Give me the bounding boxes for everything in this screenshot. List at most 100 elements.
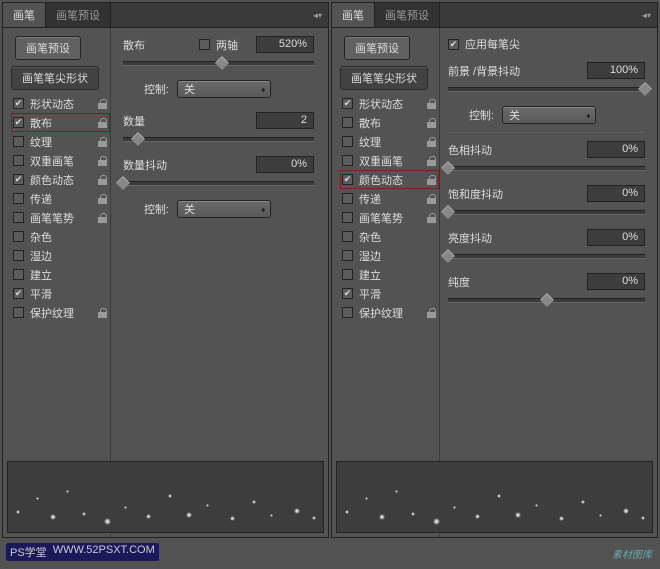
- lock-toggle[interactable]: [423, 137, 439, 147]
- option-checkbox[interactable]: [13, 117, 24, 128]
- option-checkbox[interactable]: [13, 212, 24, 223]
- option-row[interactable]: 保护纹理: [11, 303, 110, 322]
- lock-toggle[interactable]: [423, 99, 439, 109]
- lock-toggle[interactable]: [423, 213, 439, 223]
- lock-toggle[interactable]: [94, 175, 110, 185]
- both-axes-checkbox[interactable]: [199, 39, 210, 50]
- lock-toggle[interactable]: [423, 156, 439, 166]
- option-checkbox[interactable]: [13, 231, 24, 242]
- option-row[interactable]: 纹理: [340, 132, 439, 151]
- option-row[interactable]: 杂色: [340, 227, 439, 246]
- option-checkbox[interactable]: [342, 288, 353, 299]
- option-checkbox[interactable]: [342, 193, 353, 204]
- option-checkbox[interactable]: [342, 174, 353, 185]
- option-checkbox[interactable]: [342, 155, 353, 166]
- option-row[interactable]: 画笔笔势: [340, 208, 439, 227]
- option-checkbox[interactable]: [342, 250, 353, 261]
- option-checkbox[interactable]: [342, 117, 353, 128]
- option-checkbox[interactable]: [342, 98, 353, 109]
- option-row[interactable]: 建立: [340, 265, 439, 284]
- option-checkbox[interactable]: [342, 136, 353, 147]
- lock-toggle[interactable]: [94, 308, 110, 318]
- lock-toggle[interactable]: [94, 213, 110, 223]
- option-checkbox[interactable]: [13, 269, 24, 280]
- sat-jitter-value[interactable]: 0%: [587, 185, 645, 202]
- count-value[interactable]: 2: [256, 112, 314, 129]
- option-checkbox[interactable]: [13, 174, 24, 185]
- option-checkbox[interactable]: [13, 193, 24, 204]
- lock-icon: [427, 118, 436, 128]
- option-row[interactable]: 双重画笔: [340, 151, 439, 170]
- lock-toggle[interactable]: [94, 156, 110, 166]
- option-row[interactable]: 散布: [11, 113, 110, 132]
- option-row[interactable]: 纹理: [11, 132, 110, 151]
- scatter-slider[interactable]: [123, 56, 314, 70]
- lock-toggle[interactable]: [94, 137, 110, 147]
- brush-tip-shape-button[interactable]: 画笔笔尖形状: [11, 66, 99, 90]
- option-row[interactable]: 画笔笔势: [11, 208, 110, 227]
- brush-preset-button[interactable]: 画笔预设: [344, 36, 410, 60]
- brush-preset-button[interactable]: 画笔预设: [15, 36, 81, 60]
- option-label: 传递: [359, 191, 423, 207]
- option-row[interactable]: 形状动态: [340, 94, 439, 113]
- option-checkbox[interactable]: [342, 212, 353, 223]
- tab-brush[interactable]: 画笔: [3, 3, 46, 27]
- option-checkbox[interactable]: [13, 250, 24, 261]
- option-row[interactable]: 湿边: [340, 246, 439, 265]
- hue-jitter-slider[interactable]: [448, 161, 645, 175]
- hue-jitter-value[interactable]: 0%: [587, 141, 645, 158]
- option-row[interactable]: 颜色动态: [340, 170, 439, 189]
- sat-jitter-slider[interactable]: [448, 205, 645, 219]
- lock-toggle[interactable]: [94, 118, 110, 128]
- option-row[interactable]: 形状动态: [11, 94, 110, 113]
- lock-toggle[interactable]: [423, 175, 439, 185]
- lock-toggle[interactable]: [423, 308, 439, 318]
- bright-jitter-slider[interactable]: [448, 249, 645, 263]
- tab-preset[interactable]: 画笔预设: [46, 3, 111, 27]
- option-checkbox[interactable]: [13, 136, 24, 147]
- option-row[interactable]: 平滑: [11, 284, 110, 303]
- option-checkbox[interactable]: [13, 98, 24, 109]
- tab-preset[interactable]: 画笔预设: [375, 3, 440, 27]
- fgbg-jitter-label: 前景 /背景抖动: [448, 63, 587, 79]
- control-dropdown-2[interactable]: 关: [177, 200, 271, 218]
- option-checkbox[interactable]: [342, 269, 353, 280]
- option-row[interactable]: 平滑: [340, 284, 439, 303]
- count-slider[interactable]: [123, 132, 314, 146]
- tab-brush[interactable]: 画笔: [332, 3, 375, 27]
- count-jitter-value[interactable]: 0%: [256, 156, 314, 173]
- bright-jitter-value[interactable]: 0%: [587, 229, 645, 246]
- count-jitter-slider[interactable]: [123, 176, 314, 190]
- option-checkbox[interactable]: [342, 307, 353, 318]
- lock-toggle[interactable]: [423, 194, 439, 204]
- purity-slider[interactable]: [448, 293, 645, 307]
- apply-per-tip-checkbox[interactable]: [448, 39, 459, 50]
- option-row[interactable]: 传递: [340, 189, 439, 208]
- option-row[interactable]: 保护纹理: [340, 303, 439, 322]
- option-row[interactable]: 湿边: [11, 246, 110, 265]
- option-checkbox[interactable]: [13, 155, 24, 166]
- count-label: 数量: [123, 113, 256, 129]
- option-row[interactable]: 散布: [340, 113, 439, 132]
- option-checkbox[interactable]: [13, 307, 24, 318]
- brush-tip-shape-button[interactable]: 画笔笔尖形状: [340, 66, 428, 90]
- fgbg-jitter-value[interactable]: 100%: [587, 62, 645, 79]
- option-row[interactable]: 传递: [11, 189, 110, 208]
- lock-toggle[interactable]: [423, 118, 439, 128]
- option-row[interactable]: 建立: [11, 265, 110, 284]
- purity-value[interactable]: 0%: [587, 273, 645, 290]
- fgbg-jitter-slider[interactable]: [448, 82, 645, 96]
- control-dropdown[interactable]: 关: [177, 80, 271, 98]
- option-row[interactable]: 颜色动态: [11, 170, 110, 189]
- panel-menu[interactable]: [636, 3, 657, 27]
- option-checkbox[interactable]: [13, 288, 24, 299]
- control-dropdown[interactable]: 关: [502, 106, 596, 124]
- scatter-value[interactable]: 520%: [256, 36, 314, 53]
- option-row[interactable]: 双重画笔: [11, 151, 110, 170]
- panel-menu[interactable]: [307, 3, 328, 27]
- lock-toggle[interactable]: [94, 99, 110, 109]
- option-checkbox[interactable]: [342, 231, 353, 242]
- option-label: 形状动态: [30, 96, 94, 112]
- option-row[interactable]: 杂色: [11, 227, 110, 246]
- lock-toggle[interactable]: [94, 194, 110, 204]
